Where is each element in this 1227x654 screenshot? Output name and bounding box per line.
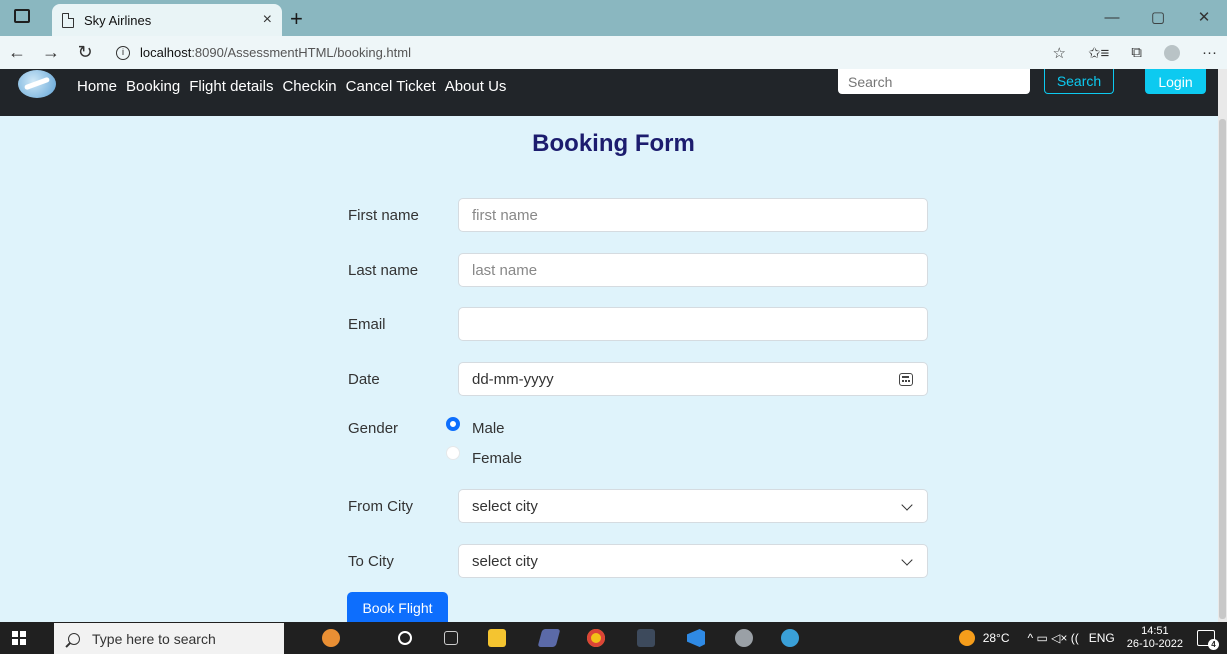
notification-count: 4 (1208, 639, 1219, 650)
refresh-button[interactable]: ↻ (68, 42, 102, 63)
add-favorite-icon[interactable]: ☆ (1053, 44, 1066, 62)
settings-gear-icon[interactable] (735, 629, 753, 647)
window-controls: — ▢ ✕ (1089, 0, 1227, 36)
first-name-input[interactable]: first name (458, 198, 928, 232)
gender-female-label[interactable]: Female (472, 450, 522, 467)
search-button[interactable]: Search (1044, 69, 1114, 94)
edge-icon[interactable] (781, 629, 799, 647)
nav-link-checkin[interactable]: Checkin (282, 78, 336, 95)
mysql-icon[interactable] (637, 629, 655, 647)
tab-close-icon[interactable]: × (263, 11, 272, 29)
email-input[interactable] (458, 307, 928, 341)
more-menu-icon[interactable]: ··· (1202, 44, 1217, 61)
gender-male-label[interactable]: Male (472, 420, 505, 437)
weather-sun-icon[interactable] (958, 630, 975, 646)
chevron-down-icon (901, 554, 913, 566)
notification-icon[interactable]: 4 (1197, 630, 1219, 650)
url-path: :8090/AssessmentHTML/booking.html (191, 45, 411, 60)
windows-start-icon[interactable] (12, 631, 26, 645)
scrollbar-thumb[interactable] (1219, 119, 1226, 619)
minimize-button[interactable]: — (1089, 0, 1135, 36)
file-explorer-icon[interactable] (488, 629, 506, 647)
page-icon (62, 12, 74, 28)
book-flight-button[interactable]: Book Flight (347, 592, 448, 624)
profile-avatar-icon[interactable] (1164, 44, 1180, 61)
to-city-select[interactable]: select city (458, 544, 928, 578)
restore-button[interactable]: ▢ (1135, 0, 1181, 36)
chrome-icon[interactable] (587, 629, 605, 647)
new-tab-button[interactable]: + (290, 6, 303, 32)
cortana-icon[interactable] (398, 631, 412, 645)
system-clock[interactable]: 14:51 26-10-2022 (1127, 625, 1183, 651)
collections-icon[interactable]: ⧉ (1131, 44, 1142, 61)
from-city-label: From City (348, 498, 413, 515)
tab-title: Sky Airlines (84, 12, 152, 28)
browser-tab-strip: Sky Airlines × + — ▢ ✕ (0, 0, 1227, 36)
notepad-icon[interactable] (537, 629, 561, 647)
task-view-icon[interactable] (444, 631, 458, 645)
last-name-label: Last name (348, 262, 419, 279)
system-tray: 28°C ^ ▭ ◁× (( ENG 14:51 26-10-2022 4 (958, 622, 1227, 654)
search-input[interactable] (838, 69, 1030, 94)
language-indicator[interactable]: ENG (1089, 631, 1115, 645)
tab-actions-icon[interactable] (14, 9, 30, 23)
tab-sky-airlines[interactable]: Sky Airlines × (52, 4, 282, 36)
nav-links: Home Booking Flight details Checkin Canc… (77, 78, 506, 95)
site-navbar: Home Booking Flight details Checkin Canc… (0, 69, 1218, 116)
taskbar-search-text: Type here to search (92, 630, 216, 647)
airline-logo[interactable] (18, 70, 56, 98)
windows-taskbar: Type here to search 28°C ^ ▭ ◁× (( ENG 1… (0, 622, 1227, 654)
search-icon (68, 632, 80, 645)
url-field[interactable]: i localhost :8090/AssessmentHTML/booking… (116, 45, 411, 60)
nav-link-flight-details[interactable]: Flight details (189, 78, 273, 95)
last-name-placeholder: last name (472, 261, 538, 279)
search-highlight-icon[interactable] (322, 629, 340, 647)
gender-male-radio[interactable] (446, 417, 460, 431)
info-icon[interactable]: i (116, 45, 130, 60)
page-title: Booking Form (532, 130, 695, 157)
back-button[interactable]: ← (0, 42, 34, 63)
from-city-value: select city (472, 497, 538, 515)
weather-temperature[interactable]: 28°C (983, 631, 1010, 645)
first-name-placeholder: first name (472, 206, 538, 224)
nav-link-cancel-ticket[interactable]: Cancel Ticket (346, 78, 436, 95)
to-city-value: select city (472, 552, 538, 570)
nav-link-home[interactable]: Home (77, 78, 117, 95)
last-name-input[interactable]: last name (458, 253, 928, 287)
taskbar-search[interactable]: Type here to search (54, 623, 284, 654)
clock-time: 14:51 (1141, 625, 1169, 637)
first-name-label: First name (348, 207, 419, 224)
to-city-label: To City (348, 553, 394, 570)
date-value: dd-mm-yyyy (472, 370, 554, 388)
chevron-down-icon (901, 499, 913, 511)
email-label: Email (348, 316, 386, 333)
clock-date: 26-10-2022 (1126, 638, 1183, 650)
calendar-icon[interactable] (899, 373, 913, 386)
gender-female-radio[interactable] (446, 446, 460, 460)
tray-icons[interactable]: ^ ▭ ◁× (( (1028, 631, 1079, 645)
login-button[interactable]: Login (1145, 69, 1206, 94)
gender-label: Gender (348, 420, 399, 437)
date-label: Date (348, 371, 380, 388)
browser-toolbar-right: ☆ ✩≡ ⧉ ··· (1053, 36, 1218, 69)
address-bar: ← → ↻ i localhost :8090/AssessmentHTML/b… (0, 36, 1227, 69)
from-city-select[interactable]: select city (458, 489, 928, 523)
close-window-button[interactable]: ✕ (1181, 0, 1227, 36)
forward-button[interactable]: → (34, 42, 68, 63)
favorites-icon[interactable]: ✩≡ (1088, 44, 1109, 62)
vscode-icon[interactable] (687, 629, 705, 647)
nav-link-about-us[interactable]: About Us (445, 78, 507, 95)
url-host: localhost (140, 45, 192, 60)
date-input[interactable]: dd-mm-yyyy (458, 362, 928, 396)
nav-link-booking[interactable]: Booking (126, 78, 180, 95)
